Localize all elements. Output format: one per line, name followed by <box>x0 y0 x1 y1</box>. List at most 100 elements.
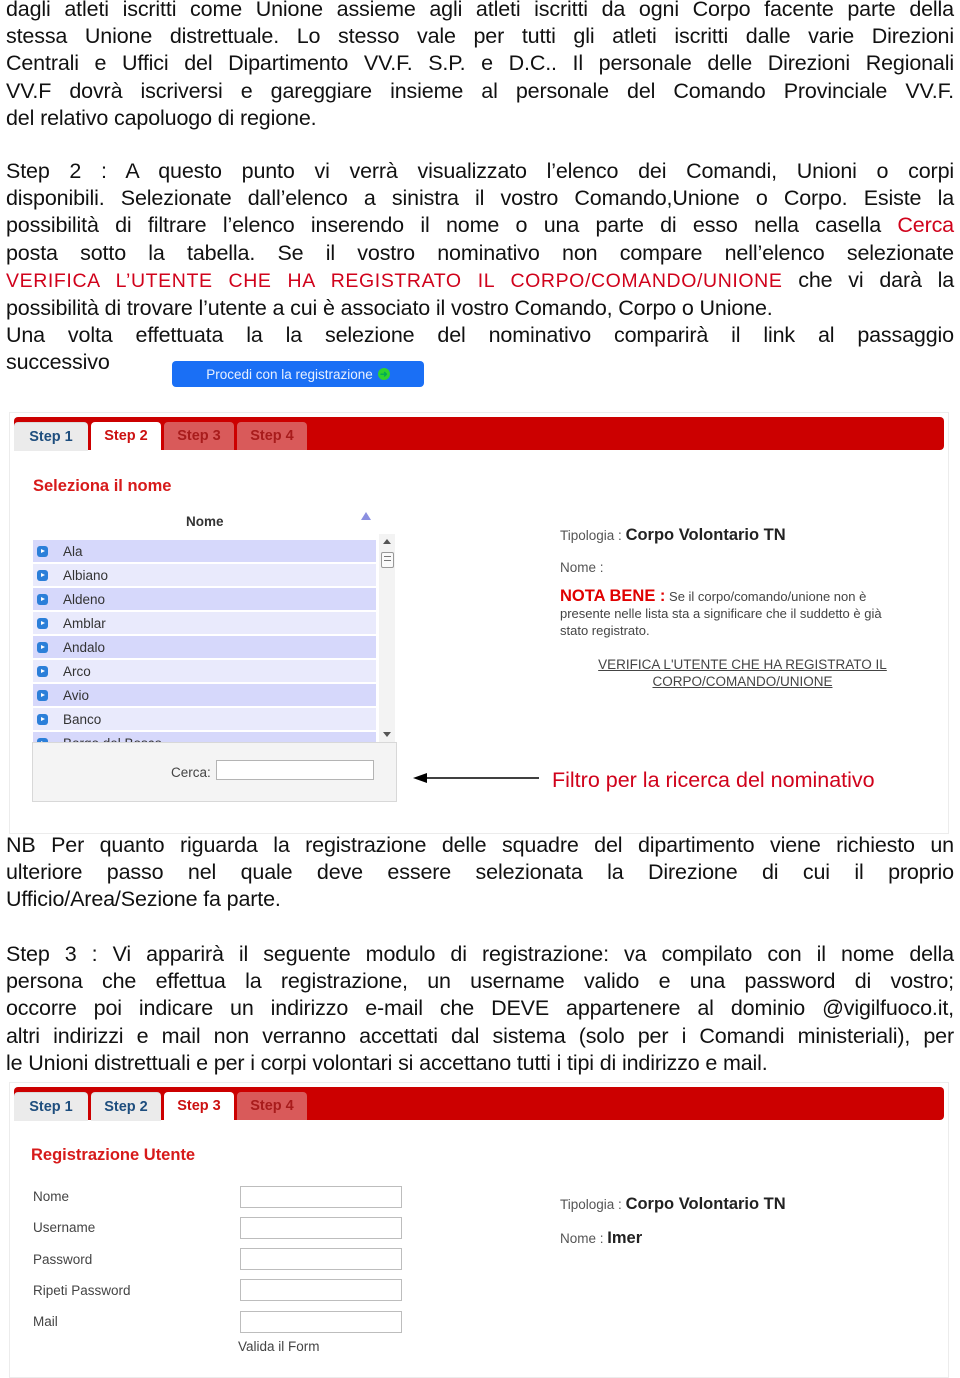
scroll-up-icon[interactable] <box>383 539 391 544</box>
list-item[interactable]: Albiano <box>33 564 376 586</box>
section-title: Seleziona il nome <box>33 477 172 495</box>
list-item-label: Banco <box>63 711 102 727</box>
tab-step-1[interactable]: Step 1 <box>14 422 88 451</box>
list-item[interactable]: Borgo del Bosco <box>33 732 376 742</box>
list-header-nome[interactable]: Nome <box>186 514 224 529</box>
search-label: Cerca: <box>171 765 211 780</box>
tab-step-4[interactable]: Step 4 <box>237 1092 307 1120</box>
tab-label: Step 1 <box>29 1099 73 1115</box>
list-item-label: Arco <box>63 663 91 679</box>
step2-line: Una volta effettuata la la selezione del… <box>6 323 954 348</box>
repeat-password-input[interactable] <box>240 1279 402 1301</box>
proceed-label: Procedi con la registrazione <box>206 366 373 382</box>
sort-ascending-icon[interactable] <box>361 512 371 520</box>
tipologia-row: Tipologia : Corpo Volontario TN <box>560 1195 786 1214</box>
play-circle-icon <box>37 665 48 677</box>
step2-text: possibilità di filtrare l’elenco inseren… <box>6 213 898 238</box>
step2-line: possibilità di filtrare l’elenco inseren… <box>6 212 954 239</box>
list-item[interactable]: Amblar <box>33 612 376 634</box>
step2-line: posta sotto la tabella. Se il vostro nom… <box>6 240 954 265</box>
list-item-label: Ala <box>63 543 83 559</box>
field-label-password: Password <box>33 1252 93 1267</box>
arrow-left-icon <box>413 773 539 783</box>
tipologia-value: Corpo Volontario TN <box>625 526 786 544</box>
password-input[interactable] <box>240 1248 402 1270</box>
tab-step-3[interactable]: Step 3 <box>164 1092 234 1120</box>
verify-user-link[interactable]: VERIFICA L'UTENTE CHE HA REGISTRATO IL C… <box>590 656 895 690</box>
nota-bene: NOTA BENE : Se il corpo/comando/unione n… <box>560 588 910 639</box>
intro-line: stessa Unione distrettuale. Lo stesso va… <box>6 24 954 49</box>
step2-line: Step 2 : A questo punto vi verrà visuali… <box>6 159 954 183</box>
nb-paragraph: NB Per quanto riguarda la registrazione … <box>6 832 954 914</box>
intro-line: VV.F dovrà iscriversi e gareggiare insie… <box>6 78 954 103</box>
nb-line: ulteriore passo nel quale deve essere se… <box>6 860 954 885</box>
tab-label: Step 1 <box>29 429 73 445</box>
field-label-username: Username <box>33 1220 96 1235</box>
step3-paragraph: Step 3 : Vi apparirà il seguente modulo … <box>6 941 954 1077</box>
list-item[interactable]: Aldeno <box>33 588 376 610</box>
tab-label: Step 2 <box>104 1099 148 1115</box>
nb-line: Ufficio/Area/Sezione fa parte. <box>6 887 281 912</box>
field-label-repeat-password: Ripeti Password <box>33 1283 131 1298</box>
list-item[interactable]: Arco <box>33 660 376 682</box>
mail-input[interactable] <box>240 1311 402 1333</box>
list-item-label: Amblar <box>63 615 106 631</box>
list-scrollbar[interactable] <box>379 534 395 742</box>
tipologia-label: Tipologia : <box>560 528 622 543</box>
step-tabbar: Step 1 Step 2 Step 3 Step 4 <box>14 417 944 451</box>
scroll-thumb[interactable] <box>381 552 394 568</box>
step-tabbar: Step 1 Step 2 Step 3 Step 4 <box>14 1087 944 1121</box>
step2-text: che vi darà la <box>782 267 955 292</box>
tab-step-2[interactable]: Step 2 <box>91 422 161 450</box>
intro-line: del relativo capoluogo di regione. <box>6 105 317 130</box>
play-circle-icon <box>37 641 48 653</box>
filter-box: Cerca: <box>32 742 397 802</box>
list-item-label: Albiano <box>63 567 109 583</box>
nome-label: Nome : <box>560 560 604 575</box>
search-input[interactable] <box>216 760 374 780</box>
list-item[interactable]: Andalo <box>33 636 376 658</box>
play-circle-icon <box>37 617 48 629</box>
proceed-registration-button[interactable]: Procedi con la registrazione ➜ <box>172 361 424 387</box>
tab-step-1[interactable]: Step 1 <box>14 1092 88 1121</box>
nota-bene-label: NOTA BENE : <box>560 587 666 605</box>
list-item[interactable]: Banco <box>33 708 376 730</box>
field-label-nome: Nome <box>33 1189 70 1204</box>
tab-label: Step 4 <box>250 1098 294 1114</box>
tipologia-value: Corpo Volontario TN <box>625 1195 786 1213</box>
list-item[interactable]: Ala <box>33 540 376 562</box>
nome-input[interactable] <box>240 1186 402 1208</box>
list-item[interactable]: Avio <box>33 684 376 706</box>
step2-line: successivo <box>6 350 110 375</box>
username-input[interactable] <box>240 1217 402 1239</box>
step3-line: occorre poi indicare un indirizzo e-mail… <box>6 996 954 1021</box>
list-item-label: Andalo <box>63 639 106 655</box>
step3-line: persona che effettua la registrazione, u… <box>6 969 954 994</box>
scroll-down-icon[interactable] <box>383 732 391 737</box>
step3-line: altri indirizzi e mail non verranno acce… <box>6 1023 954 1048</box>
play-circle-icon <box>37 593 48 605</box>
step3-line: Step 3 : Vi apparirà il seguente modulo … <box>6 942 954 966</box>
step3-screenshot-panel: Step 1 Step 2 Step 3 Step 4 <box>9 1082 949 1378</box>
nome-row: Nome : Imer <box>560 1229 642 1248</box>
verify-highlight: VERIFICA L’UTENTE CHE HA REGISTRATO IL C… <box>6 269 783 292</box>
tab-step-2[interactable]: Step 2 <box>91 1092 161 1121</box>
tipologia-row: Tipologia : Corpo Volontario TN <box>560 526 786 545</box>
step3-line: le Unioni distrettuali e per i corpi vol… <box>6 1050 768 1075</box>
tab-label: Step 3 <box>177 428 221 444</box>
intro-line: Centrali e Uffici del Dipartimento VV.F.… <box>6 51 954 76</box>
filter-annotation: Filtro per la ricerca del nominativo <box>552 768 875 792</box>
tab-step-4[interactable]: Step 4 <box>237 422 307 450</box>
tab-step-3[interactable]: Step 3 <box>164 422 234 450</box>
tab-label: Step 3 <box>177 1098 221 1114</box>
list-item-label: Avio <box>63 687 90 703</box>
arrow-right-circle-icon: ➜ <box>377 368 390 380</box>
validate-form-button[interactable]: Valida il Form <box>238 1339 320 1354</box>
step2-line: VERIFICA L’UTENTE CHE HA REGISTRATO IL C… <box>6 267 954 295</box>
step2-line: disponibili. Selezionate dall’elenco a s… <box>6 186 954 211</box>
nome-value: Imer <box>607 1229 643 1247</box>
nome-label: Nome : <box>560 1231 604 1246</box>
cerca-highlight: Cerca <box>897 213 954 238</box>
step2-line: possibilità di trovare l’utente a cui è … <box>6 296 773 321</box>
nome-row: Nome : <box>560 560 604 575</box>
